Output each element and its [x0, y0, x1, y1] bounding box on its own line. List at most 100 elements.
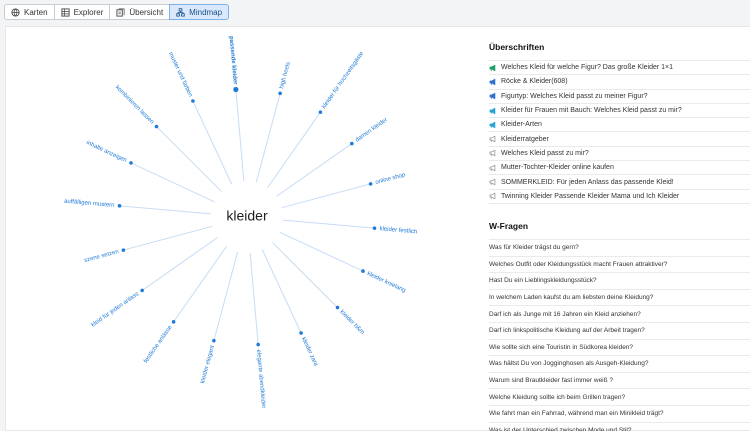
question-item[interactable]: Welche Kleidung sollte ich beim Grillen …: [489, 389, 750, 406]
heading-item[interactable]: Kleider-Arten: [489, 118, 750, 133]
tab-label: Übersicht: [129, 7, 164, 17]
mindmap-node-dot[interactable]: [233, 86, 239, 93]
heading-item[interactable]: Welches Kleid für welche Figur? Das groß…: [489, 61, 750, 76]
question-item[interactable]: Was ist der Unterschied zwischen Mode un…: [489, 423, 750, 431]
mindmap-icon: [176, 7, 185, 17]
heading-item[interactable]: SOMMERKLEID: Für jeden Anlass das passen…: [489, 175, 750, 190]
mindmap-node-dot[interactable]: [256, 342, 260, 347]
question-item[interactable]: In welchem Laden kaufst du am liebsten d…: [489, 290, 750, 307]
tab-uebersicht[interactable]: Übersicht: [109, 4, 171, 20]
mindmap-spoke: [130, 162, 215, 203]
mindmap-spoke: [272, 242, 338, 308]
heading-item[interactable]: Twinning Kleider Passende Kleider Mama u…: [489, 190, 750, 204]
mindmap-spoke: [255, 93, 281, 183]
mindmap-spoke: [235, 89, 245, 182]
mindmap-spoke: [119, 205, 212, 215]
tab-explorer[interactable]: Explorer: [53, 4, 111, 20]
mindmap-spoke: [141, 237, 218, 291]
heading-text: Welches Kleid passt zu mir?: [501, 149, 589, 157]
mindmap-node-dot[interactable]: [191, 99, 195, 103]
heading-item[interactable]: Figurtyp: Welches Kleid passt zu meiner …: [489, 90, 750, 104]
mindmap-branch-label[interactable]: szene setzen: [84, 249, 120, 264]
heading-text: Mutter-Tochter-Kleider online kaufen: [501, 164, 614, 172]
headings-list: Welches Kleid für welche Figur? Das groß…: [489, 60, 750, 204]
mindmap-branch-label[interactable]: passende kleider: [228, 36, 238, 86]
mindmap-spoke: [123, 225, 213, 251]
globe-icon: [11, 7, 20, 17]
mindmap-branch-label[interactable]: kleider knielang: [366, 271, 406, 294]
megaphone-icon: [489, 150, 496, 157]
mindmap-node-dot[interactable]: [350, 141, 354, 146]
tab-mindmap[interactable]: Mindmap: [169, 4, 230, 20]
mindmap-node-dot[interactable]: [361, 269, 365, 273]
mindmap-node-dot[interactable]: [368, 182, 373, 186]
mindmap-node-dot[interactable]: [372, 226, 377, 230]
mindmap-spoke: [213, 251, 239, 341]
heading-text: Kleider-Arten: [501, 121, 542, 129]
overview-icon: [116, 8, 125, 17]
mindmap-node-dot[interactable]: [129, 161, 133, 165]
mindmap-branch-label[interactable]: kleider zara: [300, 337, 319, 368]
mindmap-node-dot[interactable]: [140, 288, 144, 293]
mindmap-node-dot[interactable]: [299, 331, 303, 335]
question-item[interactable]: Was für Kleider trägst du gern?: [489, 240, 750, 257]
megaphone-icon: [489, 164, 496, 171]
mindmap-branch-label[interactable]: inhalte anzeigen: [85, 140, 127, 164]
mindmap-branch-label[interactable]: high heels: [279, 61, 292, 89]
mindmap-branch-label[interactable]: kleider für hochzeitsgäste: [321, 50, 365, 110]
question-item[interactable]: Wie sollte sich eine Touristin in Südkor…: [489, 340, 750, 357]
mindmap-node-dot[interactable]: [154, 124, 159, 129]
tab-label: Karten: [24, 7, 48, 17]
mindmap-branch-label[interactable]: muster und farben: [167, 51, 193, 98]
question-item[interactable]: Darf ich linkspolitische Kleidung auf de…: [489, 323, 750, 340]
megaphone-icon: [489, 107, 496, 114]
megaphone-icon: [489, 135, 496, 143]
mindmap-spoke: [156, 126, 222, 192]
mindmap-branch-label[interactable]: elegante abendkleider: [255, 349, 266, 408]
mindmap-branch-label[interactable]: online shop: [375, 172, 407, 186]
mindmap-spoke: [261, 249, 302, 334]
mindmap-node-dot[interactable]: [278, 91, 282, 96]
tab-label: Mindmap: [189, 7, 223, 17]
mindmap-spoke: [281, 183, 371, 209]
heading-text: Twinning Kleider Passende Kleider Mama u…: [501, 192, 680, 200]
mindmap-branch-label[interactable]: kleider h&m: [339, 309, 366, 336]
heading-text: Kleiderratgeber: [501, 135, 549, 143]
megaphone-icon: [489, 121, 496, 128]
heading-item[interactable]: Welches Kleid passt zu mir?: [489, 147, 750, 162]
mindmap-branch-label[interactable]: kleider festlich: [379, 226, 417, 235]
tab-karten[interactable]: Karten: [4, 4, 55, 20]
heading-item[interactable]: Mutter-Tochter-Kleider online kaufen: [489, 161, 750, 176]
mindmap-branch-label[interactable]: kombinieren lassen: [114, 85, 155, 126]
mindmap-branch-label[interactable]: kleid für jeden anlass: [90, 291, 140, 328]
mindmap-spoke: [276, 143, 353, 197]
question-item[interactable]: Was hältst Du von Jogginghosen als Ausge…: [489, 356, 750, 373]
mindmap-spoke: [267, 111, 321, 188]
mindmap-node-dot[interactable]: [171, 320, 176, 324]
mindmap-node-dot[interactable]: [212, 338, 216, 343]
heading-item[interactable]: Kleiderratgeber: [489, 132, 750, 147]
mindmap-node-dot[interactable]: [335, 305, 340, 310]
question-item[interactable]: Warum sind Brautkleider fast immer weiß …: [489, 373, 750, 390]
mindmap-spoke: [282, 219, 375, 229]
megaphone-icon: [489, 193, 496, 200]
mindmap-node-dot[interactable]: [117, 204, 122, 208]
heading-item[interactable]: Röcke & Kleider(608): [489, 75, 750, 90]
wfragen-title: W-Fragen: [489, 220, 529, 231]
keyword-mindmap: passende kleider high heels kleider für ho…: [64, 36, 418, 409]
mindmap-branch-label[interactable]: damen kleider: [355, 117, 389, 144]
question-item[interactable]: Wie fahrt man ein Fahrrad, während man e…: [489, 406, 750, 423]
heading-text: Welches Kleid für welche Figur? Das groß…: [501, 64, 674, 72]
question-item[interactable]: Hast Du ein Lieblingskleidungsstück?: [489, 273, 750, 290]
mindmap-branch-label[interactable]: festliche anlässe: [143, 324, 174, 364]
mindmap-node-dot[interactable]: [318, 110, 323, 114]
mindmap-branch-label[interactable]: kleider elegant: [200, 345, 216, 385]
question-item[interactable]: Welches Outfit oder Kleidungsstück macht…: [489, 257, 750, 274]
mindmap-branch-label[interactable]: auffälligen mustern: [64, 199, 115, 209]
question-item[interactable]: Darf ich als Junge mit 16 Jahren ein Kle…: [489, 306, 750, 323]
heading-item[interactable]: Kleider für Frauen mit Bauch: Welches Kl…: [489, 104, 750, 119]
heading-text: Röcke & Kleider(608): [501, 78, 568, 86]
mindmap-node-dot[interactable]: [121, 248, 126, 252]
mindmap-center-keyword: kleider: [226, 208, 268, 224]
megaphone-icon: [489, 64, 496, 71]
